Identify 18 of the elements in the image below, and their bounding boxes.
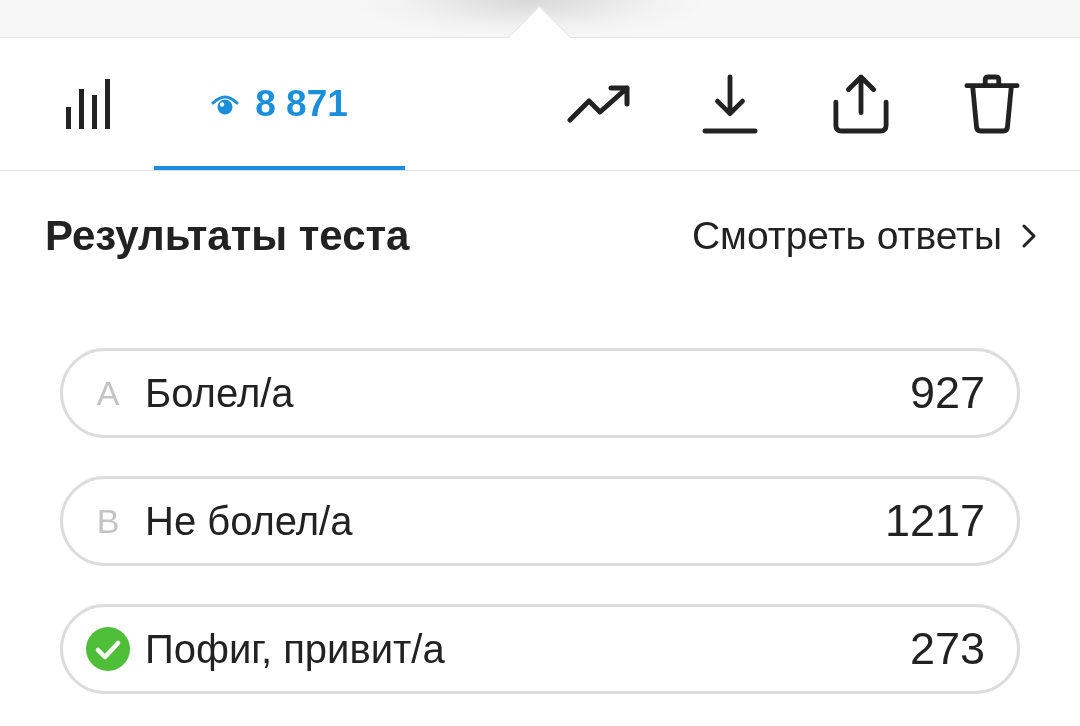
- trash-icon: [964, 74, 1020, 134]
- share-icon: [833, 74, 889, 134]
- vote-count: 927: [909, 367, 985, 419]
- view-answers-link[interactable]: Смотреть ответы: [691, 214, 1036, 258]
- option-label: Болел/а: [145, 370, 295, 416]
- chevron-right-icon: [1022, 224, 1036, 248]
- option-letter: B: [96, 501, 120, 541]
- views-tab[interactable]: 8 871: [154, 38, 405, 170]
- option-label: Не болел/а: [145, 498, 354, 544]
- vote-count: 273: [909, 623, 985, 675]
- download-icon: [702, 74, 758, 134]
- vote-count: 1217: [884, 495, 985, 547]
- option-letter: A: [96, 373, 120, 413]
- eye-icon: [211, 93, 240, 115]
- trending-up-icon: [567, 85, 631, 123]
- bar-chart-icon: [66, 79, 112, 129]
- results-title: Результаты теста: [45, 212, 410, 260]
- option-label: Пофиг, привит/а: [145, 626, 446, 672]
